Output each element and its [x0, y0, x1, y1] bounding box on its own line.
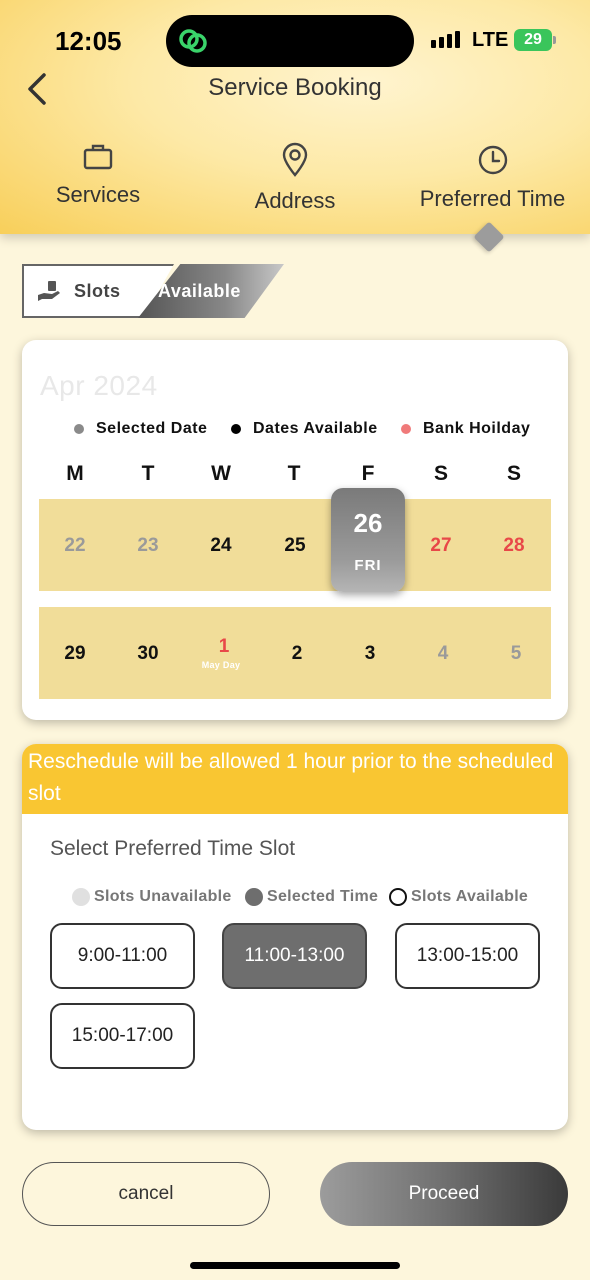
day-23: 23 [137, 535, 159, 556]
legend-circle-available [389, 888, 407, 906]
hand-coin-icon [38, 281, 60, 301]
cancel-button[interactable]: cancel [22, 1162, 270, 1226]
clock-icon [478, 145, 507, 175]
slots-tag-label: Slots [74, 281, 121, 301]
legend-dot-selected [74, 424, 84, 434]
day-1: 1 [218, 636, 230, 657]
legend-selected-label: Selected Date [96, 420, 208, 437]
available-tag-label: Available [158, 281, 241, 301]
link-icon [179, 29, 207, 53]
selected-day-number: 26 [353, 508, 383, 538]
legend-bank-holiday: Bank Hoilday [401, 420, 530, 438]
legend-dates-available: Dates Available [231, 420, 378, 438]
legend-available-time-label: Slots Available [411, 888, 529, 905]
day-26-selected[interactable]: 26 FRI [331, 488, 405, 592]
weekday-wed: W [211, 462, 231, 485]
home-indicator [190, 1262, 400, 1269]
legend-selected-time: Selected Time [245, 888, 378, 906]
legend-slots-available: Slots Available [389, 888, 528, 906]
legend-slots-unavailable: Slots Unavailable [72, 888, 232, 906]
location-pin-icon [282, 142, 308, 177]
proceed-button[interactable]: Proceed [320, 1162, 568, 1226]
selected-day-weekday: FRI [354, 557, 382, 574]
network-label: LTE [472, 29, 509, 51]
signal-icon [431, 31, 460, 48]
day-28: 28 [503, 535, 525, 556]
legend-available-label: Dates Available [253, 420, 378, 437]
briefcase-icon [83, 144, 113, 170]
day-4: 4 [437, 643, 449, 664]
time-slot-title: Select Preferred Time Slot [50, 837, 296, 860]
weekday-mon: M [66, 462, 84, 485]
day-22: 22 [64, 535, 86, 556]
weekday-thu: T [287, 462, 301, 485]
status-time: 12:05 [55, 26, 122, 56]
calendar-month: Apr 2024 [40, 370, 158, 401]
step-preferred-time-label: Preferred Time [419, 186, 566, 211]
step-services-label: Services [55, 182, 141, 207]
time-slot-card: Reschedule will be allowed 1 hour prior … [22, 744, 568, 1130]
calendar-card: Apr 2024 Selected Date Dates Available B… [22, 340, 568, 720]
legend-dot-holiday [401, 424, 411, 434]
page-title: Service Booking [208, 74, 382, 101]
legend-circle-selected [245, 888, 263, 906]
legend-unavailable-label: Slots Unavailable [94, 888, 232, 905]
day-5: 5 [510, 643, 522, 664]
day-3[interactable]: 3 [345, 643, 395, 665]
weekday-sat: S [433, 462, 448, 485]
legend-holiday-label: Bank Hoilday [423, 420, 531, 437]
time-slot-11-13[interactable]: 11:00-13:00 [222, 923, 367, 989]
day-24[interactable]: 24 [196, 535, 246, 557]
legend-selected-date: Selected Date [74, 420, 207, 438]
battery-tip [553, 36, 556, 44]
step-address-label: Address [254, 188, 336, 213]
step-services[interactable]: Services [28, 142, 168, 208]
time-slot-9-11[interactable]: 9:00-11:00 [50, 923, 195, 989]
reschedule-notice: Reschedule will be allowed 1 hour prior … [22, 744, 568, 814]
legend-selected-time-label: Selected Time [267, 888, 379, 905]
day-27: 27 [430, 535, 452, 556]
day-2[interactable]: 2 [272, 643, 322, 665]
step-preferred-time[interactable]: Preferred Time [405, 144, 580, 212]
battery-icon: 29 [514, 29, 552, 51]
legend-dot-available [231, 424, 241, 434]
time-slot-15-17[interactable]: 15:00-17:00 [50, 1003, 195, 1069]
time-slot-13-15[interactable]: 13:00-15:00 [395, 923, 540, 989]
weekday-fri: F [361, 462, 375, 485]
day-29[interactable]: 29 [50, 643, 100, 665]
legend-circle-unavailable [72, 888, 90, 906]
day-1-holiday-label: May Day [201, 660, 241, 670]
weekday-tue: T [141, 462, 155, 485]
step-address[interactable]: Address [225, 142, 365, 214]
slots-available-tag: Slots Available [22, 264, 284, 318]
weekday-sun: S [506, 462, 521, 485]
day-25[interactable]: 25 [270, 535, 320, 557]
day-30[interactable]: 30 [123, 643, 173, 665]
dynamic-island [166, 15, 414, 67]
